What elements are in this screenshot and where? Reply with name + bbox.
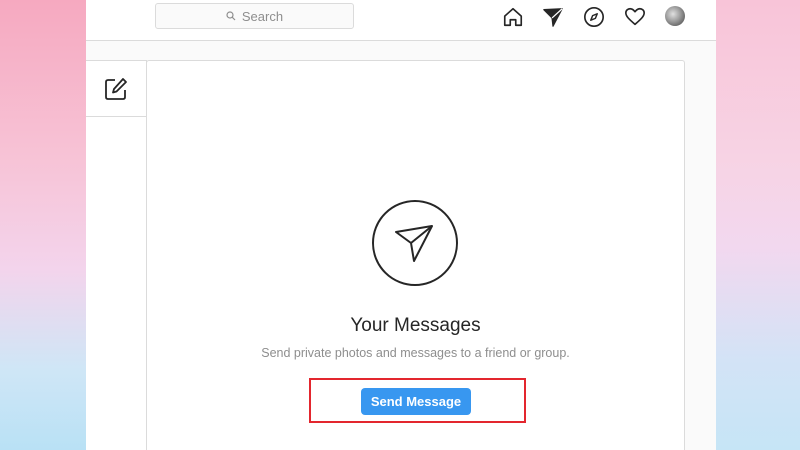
home-icon[interactable] <box>501 5 525 29</box>
conversation-list-panel <box>86 60 147 450</box>
empty-state-subtitle: Send private photos and messages to a fr… <box>261 346 570 360</box>
highlight-box <box>309 378 526 423</box>
avatar[interactable] <box>665 6 685 26</box>
direct-circle-icon <box>372 200 458 286</box>
empty-state-title: Your Messages <box>350 315 481 336</box>
direct-icon[interactable] <box>541 5 565 29</box>
background-right <box>714 0 800 450</box>
search-icon <box>226 11 236 21</box>
explore-icon[interactable] <box>582 5 606 29</box>
search-placeholder: Search <box>241 8 284 24</box>
compose-header <box>86 61 146 117</box>
top-navigation-bar: Search <box>86 0 716 41</box>
search-input[interactable]: Search <box>155 3 354 29</box>
compose-icon[interactable] <box>103 76 129 102</box>
background-left <box>0 0 86 450</box>
heart-icon[interactable] <box>623 5 647 29</box>
